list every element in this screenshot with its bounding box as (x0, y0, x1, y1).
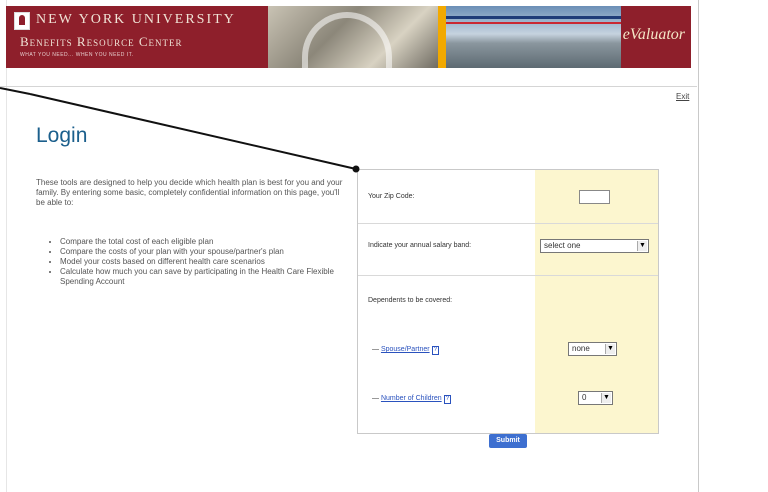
callout-dot (352, 165, 360, 173)
callout-line (0, 87, 360, 173)
